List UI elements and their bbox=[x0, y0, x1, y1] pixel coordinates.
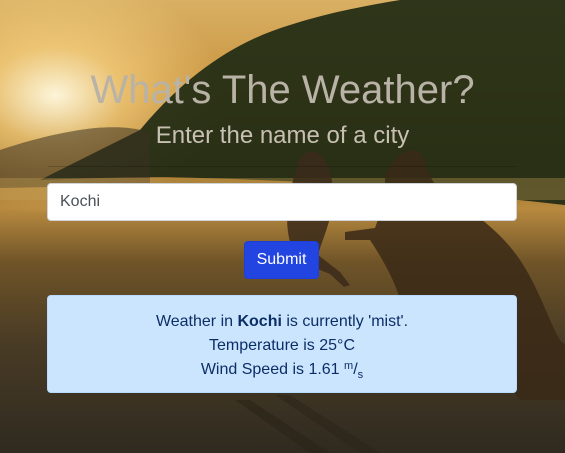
page-subtitle: Enter the name of a city bbox=[155, 122, 410, 149]
wind-unit-numerator: m bbox=[344, 360, 354, 372]
divider bbox=[48, 166, 517, 167]
weather-app: What's The Weather? Enter the name of a … bbox=[0, 0, 565, 453]
page-title: What's The Weather? bbox=[90, 68, 475, 112]
result-city: Kochi bbox=[237, 313, 282, 330]
city-input[interactable]: Kochi bbox=[47, 183, 517, 221]
temperature-line: Temperature is 25°C bbox=[208, 337, 355, 354]
wind-unit-denominator: s bbox=[357, 369, 364, 381]
weather-result-alert: Weather in Kochi is currently 'mist'. Te… bbox=[47, 295, 517, 393]
wind-speed-line: Wind Speed is 1.61 m/s bbox=[200, 360, 364, 381]
weather-condition-line: Weather in Kochi is currently 'mist'. bbox=[155, 313, 409, 330]
submit-button[interactable]: Submit bbox=[244, 241, 319, 279]
